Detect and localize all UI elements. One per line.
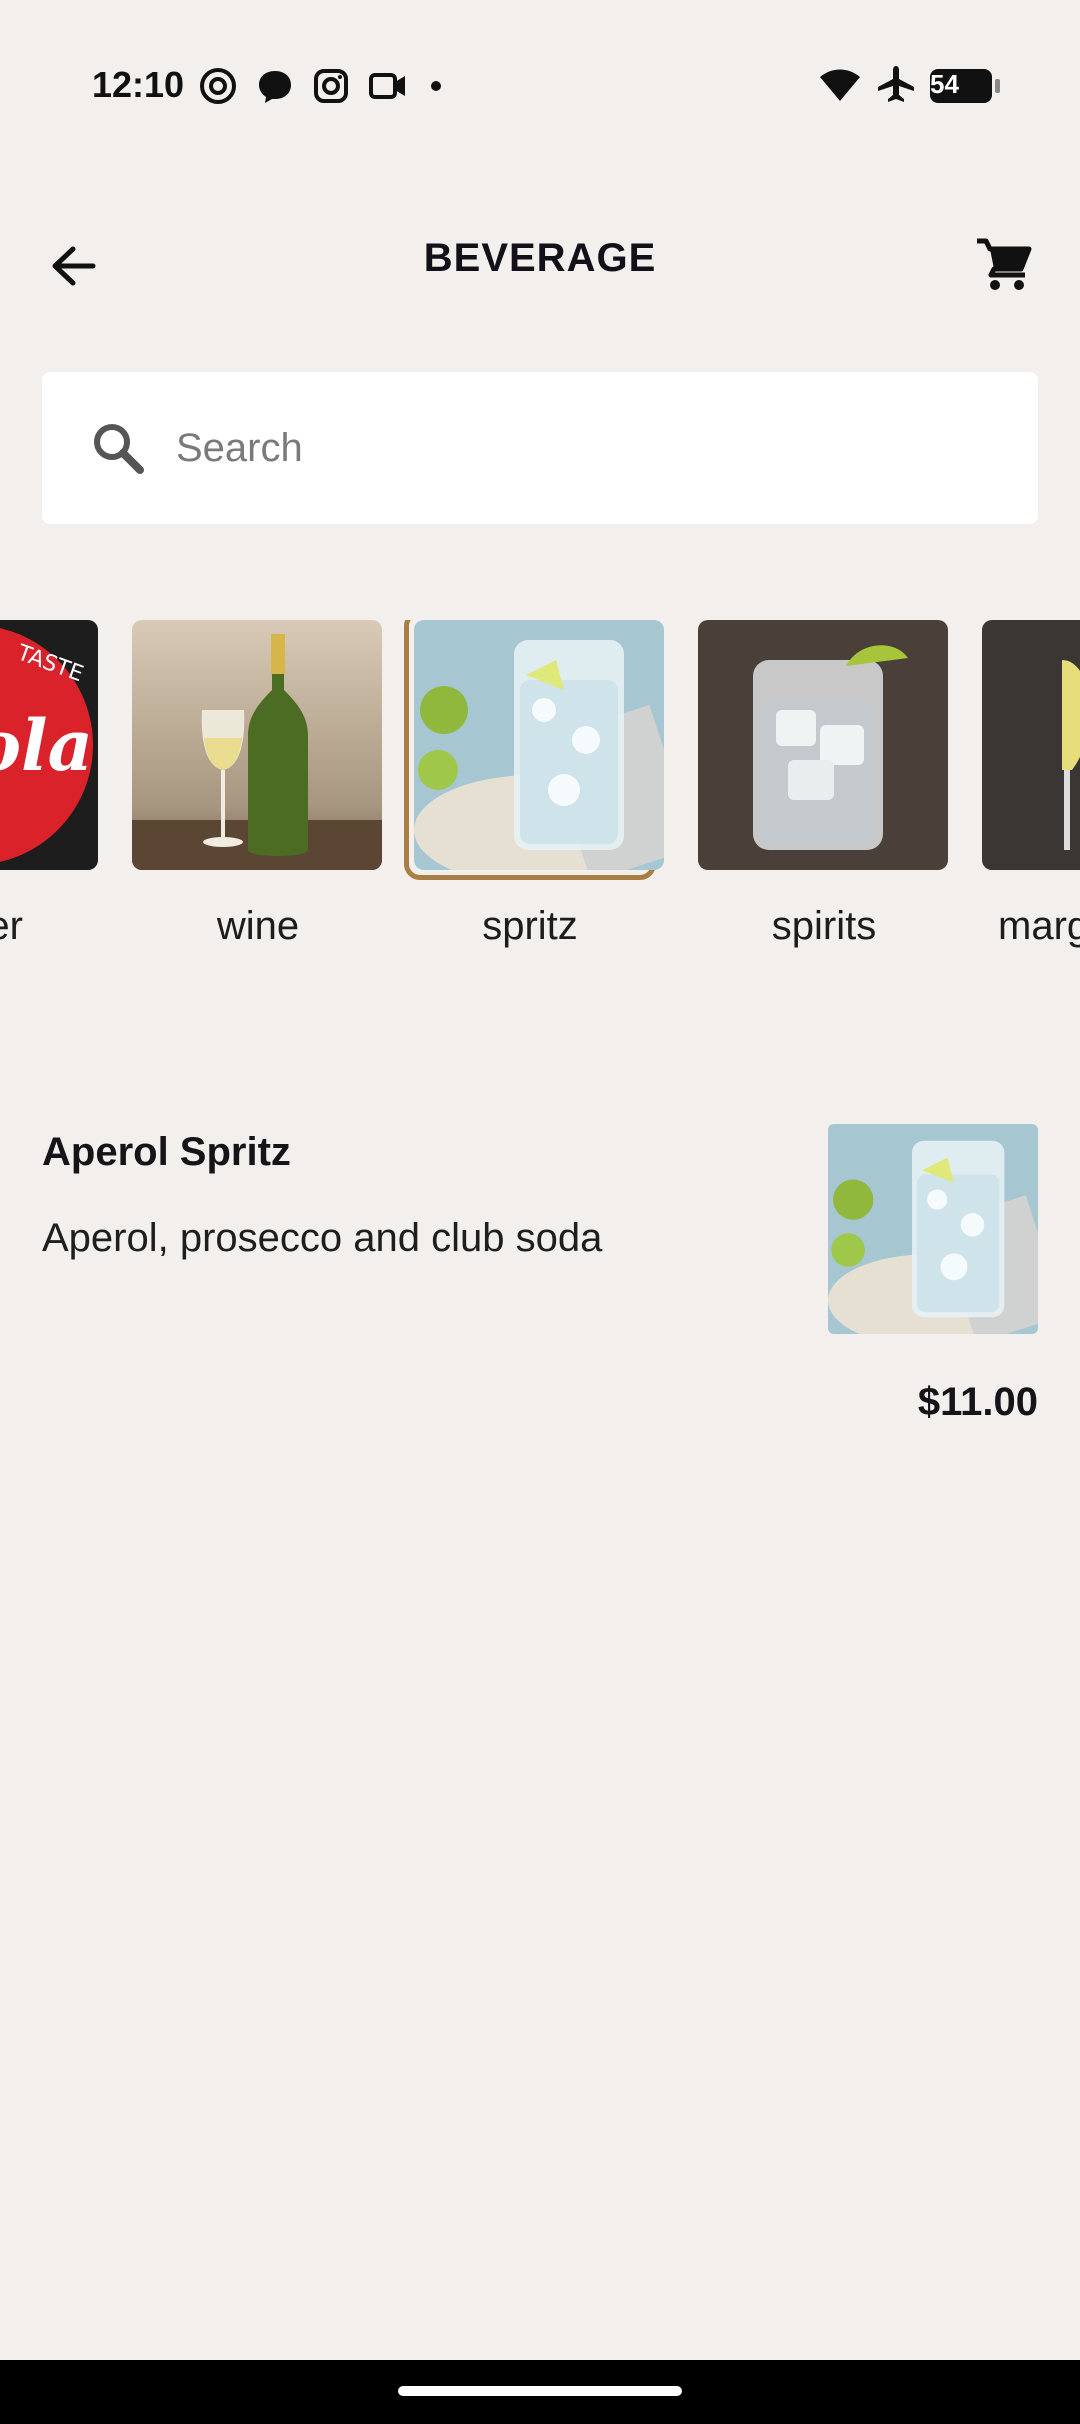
category-label: wine [216,904,300,948]
status-icons-right: 54 [818,64,1000,108]
battery-indicator: 54 [930,69,1000,103]
category-wine[interactable]: wine [132,620,384,949]
category-label: spritz [482,904,578,948]
video-icon [368,67,408,109]
category-spritz[interactable]: spritz [404,620,664,949]
category-image-marg [982,620,1080,870]
header: BEVERAGE [0,220,1080,310]
category-label: water [0,904,23,948]
item-description: Aperol, prosecco and club soda [42,1216,603,1260]
menu-item-card[interactable]: Aperol Spritz Aperol, prosecco and club … [42,1120,1038,1440]
search-icon [86,416,150,480]
home-indicator[interactable] [398,2386,682,2396]
wifi-icon [818,65,862,107]
instagram-icon [312,67,350,109]
search-input[interactable] [174,424,978,472]
svg-text:Cola.: Cola. [0,704,98,787]
search-bar[interactable] [42,372,1038,524]
category-spirits[interactable]: spirits [698,620,950,949]
status-bar: 12:10 54 [0,0,1080,176]
category-label: marg [998,904,1080,948]
category-selected-border [404,620,664,880]
status-icons-left [198,66,446,110]
category-water[interactable]: Cola. TASTE water [0,620,100,949]
cart-button[interactable] [968,234,1040,300]
category-image-spritz [414,620,664,870]
page-title: BEVERAGE [423,236,657,280]
category-image-water: Cola. TASTE [0,620,98,870]
item-title: Aperol Spritz [42,1130,291,1174]
threads-icon [198,66,238,110]
category-image-spirits [698,620,948,870]
category-carousel[interactable]: Cola. TASTE water [0,620,1080,980]
category-image-wine [132,620,382,870]
category-marg[interactable]: marg [982,620,1080,949]
messenger-icon [256,67,294,109]
item-image [828,1124,1038,1334]
airplane-icon [876,64,916,108]
category-label: spirits [771,904,877,948]
status-time: 12:10 [92,64,185,105]
cart-icon [975,237,1033,297]
item-price: $11.00 [917,1380,1038,1424]
dot-icon [426,76,446,100]
